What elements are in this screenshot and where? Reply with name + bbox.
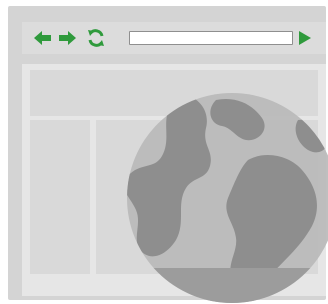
browser-window [8,6,326,300]
refresh-button[interactable] [86,28,106,48]
forward-button[interactable] [58,30,76,46]
arrow-right-icon [59,31,76,45]
page-content [22,64,326,296]
content-main-block [96,120,318,274]
arrow-left-icon [34,31,51,45]
content-header-block [30,70,318,116]
content-sidebar-block [30,120,90,274]
play-icon [299,31,311,45]
address-bar[interactable] [129,31,293,45]
browser-toolbar [22,22,326,54]
go-button[interactable] [298,30,316,46]
refresh-icon [88,29,104,47]
browser-illustration [0,0,328,304]
back-button[interactable] [34,30,52,46]
